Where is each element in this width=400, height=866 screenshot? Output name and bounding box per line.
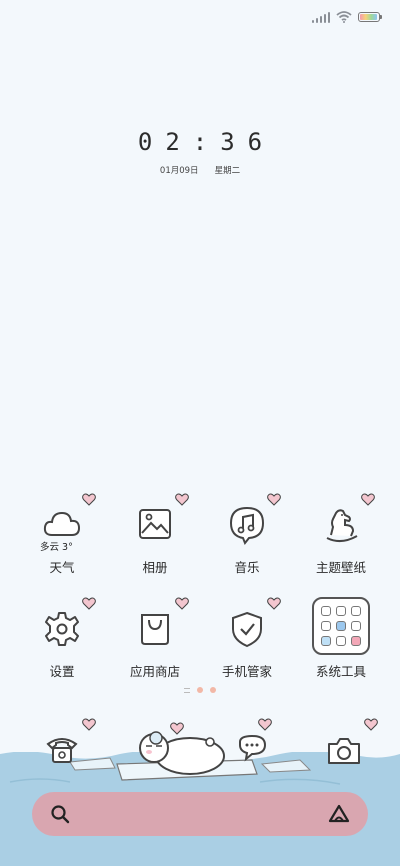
search-icon[interactable] — [50, 804, 70, 824]
rocking-horse-icon — [326, 509, 358, 542]
music-icon — [229, 506, 265, 545]
page-dot-active — [210, 687, 216, 693]
app-label: 应用商店 — [129, 664, 180, 679]
app-gallery[interactable]: 相册 — [110, 493, 200, 585]
app-weather[interactable]: 多云 3° 天气 — [17, 493, 107, 585]
heart-icon — [267, 493, 281, 506]
dock-camera[interactable] — [324, 718, 378, 770]
heart-icon — [170, 722, 184, 735]
clock-widget[interactable]: 02:36 01月09日 星期二 — [0, 128, 400, 176]
assistant-triangle-icon[interactable] — [328, 804, 350, 824]
gear-icon — [45, 612, 79, 646]
search-bar[interactable] — [32, 792, 368, 836]
phone-icon — [46, 738, 78, 763]
heart-icon — [361, 493, 375, 506]
clock-time: 02:36 — [137, 128, 276, 156]
wifi-icon — [336, 11, 352, 23]
app-label: 手机管家 — [221, 664, 272, 679]
page-dot — [197, 687, 203, 693]
page-indicator[interactable] — [0, 687, 400, 693]
shield-check-icon — [232, 611, 262, 648]
clock-date: 01月09日 — [159, 166, 199, 176]
app-music[interactable]: 音乐 — [202, 493, 292, 585]
app-store[interactable]: 应用商店 — [110, 597, 200, 689]
app-system-tools-folder[interactable]: 系统工具 — [296, 597, 386, 689]
heart-icon — [175, 493, 189, 506]
heart-icon — [258, 718, 272, 731]
page-indicator-menu — [184, 687, 190, 693]
heart-icon — [82, 718, 96, 731]
heart-icon — [175, 597, 189, 610]
clock-date-row: 01月09日 星期二 — [0, 164, 400, 176]
app-label: 设置 — [49, 664, 75, 679]
dock-messages[interactable] — [232, 718, 272, 772]
gallery-icon — [139, 509, 171, 539]
heart-icon — [364, 718, 378, 731]
battery-icon — [358, 12, 382, 22]
clock-weekday: 星期二 — [214, 166, 241, 176]
dock-phone[interactable] — [42, 718, 96, 770]
heart-icon — [82, 597, 96, 610]
app-label: 相册 — [142, 560, 168, 575]
weather-temperature: 多云 3° — [40, 542, 73, 553]
app-label: 音乐 — [234, 560, 260, 575]
message-bubble-icon — [239, 734, 267, 762]
app-label: 系统工具 — [315, 664, 366, 679]
tools-folder-icon — [312, 597, 370, 655]
signal-icon — [311, 11, 330, 23]
app-settings[interactable]: 设置 — [17, 597, 107, 689]
shopping-bag-icon — [141, 614, 169, 645]
heart-icon — [267, 597, 281, 610]
app-themes[interactable]: 主题壁纸 — [296, 493, 386, 585]
heart-icon — [82, 493, 96, 506]
app-phone-manager[interactable]: 手机管家 — [202, 597, 292, 689]
status-bar — [311, 8, 382, 26]
camera-icon — [328, 738, 360, 764]
app-label: 主题壁纸 — [315, 560, 366, 575]
app-label: 天气 — [49, 560, 75, 575]
